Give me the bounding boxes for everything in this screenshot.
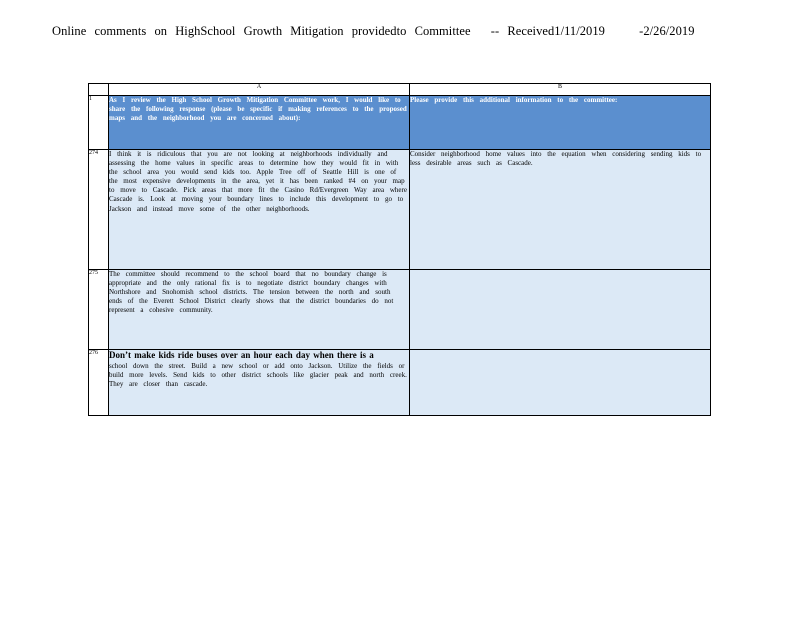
table-row: 1 As I review the High School Growth Mit…: [88, 95, 711, 150]
comment-rest: school down the street. Build a new scho…: [109, 361, 407, 388]
comment-cell-b[interactable]: [409, 349, 711, 416]
row-number[interactable]: 1: [88, 95, 109, 150]
comment-cell-a[interactable]: I think it is ridiculous that you are no…: [108, 149, 410, 270]
row-number[interactable]: 275: [88, 269, 109, 350]
title-received: -- Received1/11/2019: [490, 24, 605, 38]
header-cell-b[interactable]: Please provide this additional informati…: [409, 95, 711, 150]
comment-cell-b[interactable]: [409, 269, 711, 350]
comment-cell-b[interactable]: Consider neighborhood home values into t…: [409, 149, 711, 270]
comment-first-line: Don’t make kids ride buses over an hour …: [109, 350, 374, 360]
column-header-b[interactable]: B: [409, 83, 711, 96]
title-date-end: -2/26/2019: [639, 24, 695, 38]
title-text: Online comments on HighSchool Growth Mit…: [52, 24, 471, 38]
row-number[interactable]: 276: [88, 349, 109, 416]
comments-table: A B 1 As I review the High School Growth…: [88, 83, 711, 416]
table-row: 275 The committee should recommend to th…: [88, 269, 711, 350]
page-title: Online comments on HighSchool Growth Mit…: [52, 24, 695, 39]
comment-cell-a[interactable]: Don’t make kids ride buses over an hour …: [108, 349, 410, 416]
table-row: 274 I think it is ridiculous that you ar…: [88, 149, 711, 270]
table-row: 276 Don’t make kids ride buses over an h…: [88, 349, 711, 416]
header-cell-a[interactable]: As I review the High School Growth Mitig…: [108, 95, 410, 150]
column-header-a[interactable]: A: [108, 83, 410, 96]
comment-cell-a[interactable]: The committee should recommend to the sc…: [108, 269, 410, 350]
row-number[interactable]: 274: [88, 149, 109, 270]
corner-cell[interactable]: [88, 83, 109, 96]
